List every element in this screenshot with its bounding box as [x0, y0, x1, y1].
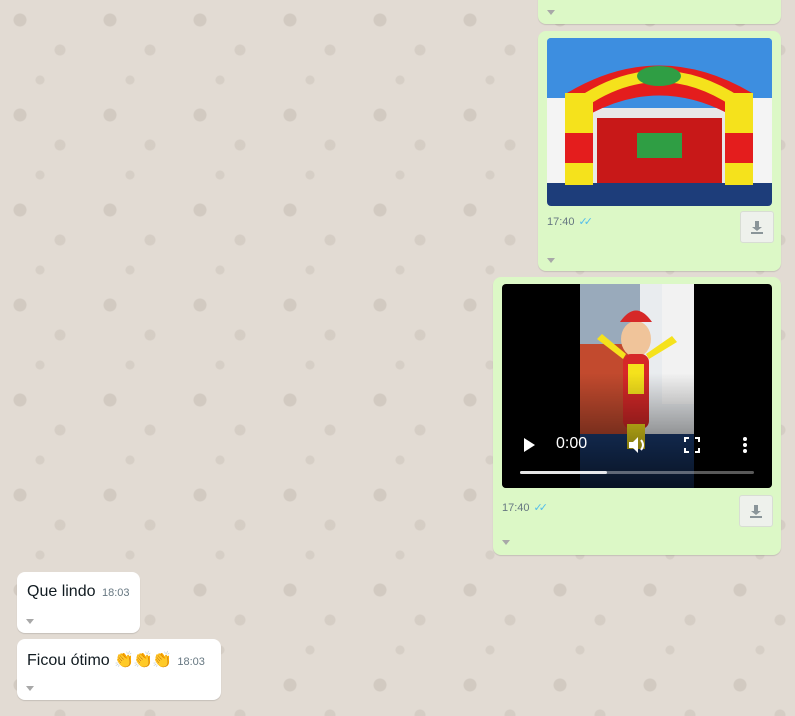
message-bubble-incoming: Que lindo 18:03 [17, 572, 140, 633]
download-icon [751, 221, 763, 234]
video-controls: 0:00 [502, 373, 772, 488]
message-bubble-partial [538, 0, 781, 24]
message-text: Que lindo [27, 583, 96, 600]
download-button[interactable] [740, 211, 774, 243]
inflatable-arch-image [547, 38, 772, 206]
more-options-icon[interactable] [742, 436, 748, 454]
message-time: 17:40 [547, 216, 575, 228]
video-progress-fill [520, 471, 607, 474]
message-text: Ficou ótimo [27, 652, 110, 669]
message-bubble-video: 0:00 17:40 ✓✓ [493, 277, 781, 555]
read-ticks-icon: ✓✓ [578, 216, 594, 228]
image-thumbnail[interactable] [547, 38, 772, 206]
chevron-down-icon[interactable] [547, 258, 555, 263]
download-button[interactable] [739, 495, 773, 527]
chevron-down-icon[interactable] [502, 540, 510, 545]
video-current-time: 0:00 [556, 435, 588, 452]
chevron-down-icon[interactable] [26, 619, 34, 624]
chevron-down-icon[interactable] [26, 686, 34, 691]
download-icon [750, 505, 762, 518]
video-progress-track[interactable] [520, 471, 754, 474]
video-player[interactable]: 0:00 [502, 284, 772, 488]
fullscreen-icon[interactable] [684, 437, 700, 453]
clapping-emoji: 👏👏👏 [114, 652, 172, 669]
message-time: 18:03 [101, 587, 130, 599]
message-meta: 17:40 ✓✓ [547, 212, 594, 230]
chevron-down-icon[interactable] [547, 10, 555, 15]
play-icon[interactable] [522, 437, 536, 453]
read-ticks-icon: ✓✓ [533, 502, 549, 514]
message-time: 17:40 [502, 502, 530, 514]
message-time: 18:03 [177, 656, 205, 668]
volume-icon[interactable] [628, 436, 648, 454]
message-bubble-incoming: Ficou ótimo 👏👏👏 18:03 [17, 639, 221, 700]
message-bubble-image: 17:40 ✓✓ [538, 31, 781, 271]
message-meta: 17:40 ✓✓ [502, 498, 549, 516]
